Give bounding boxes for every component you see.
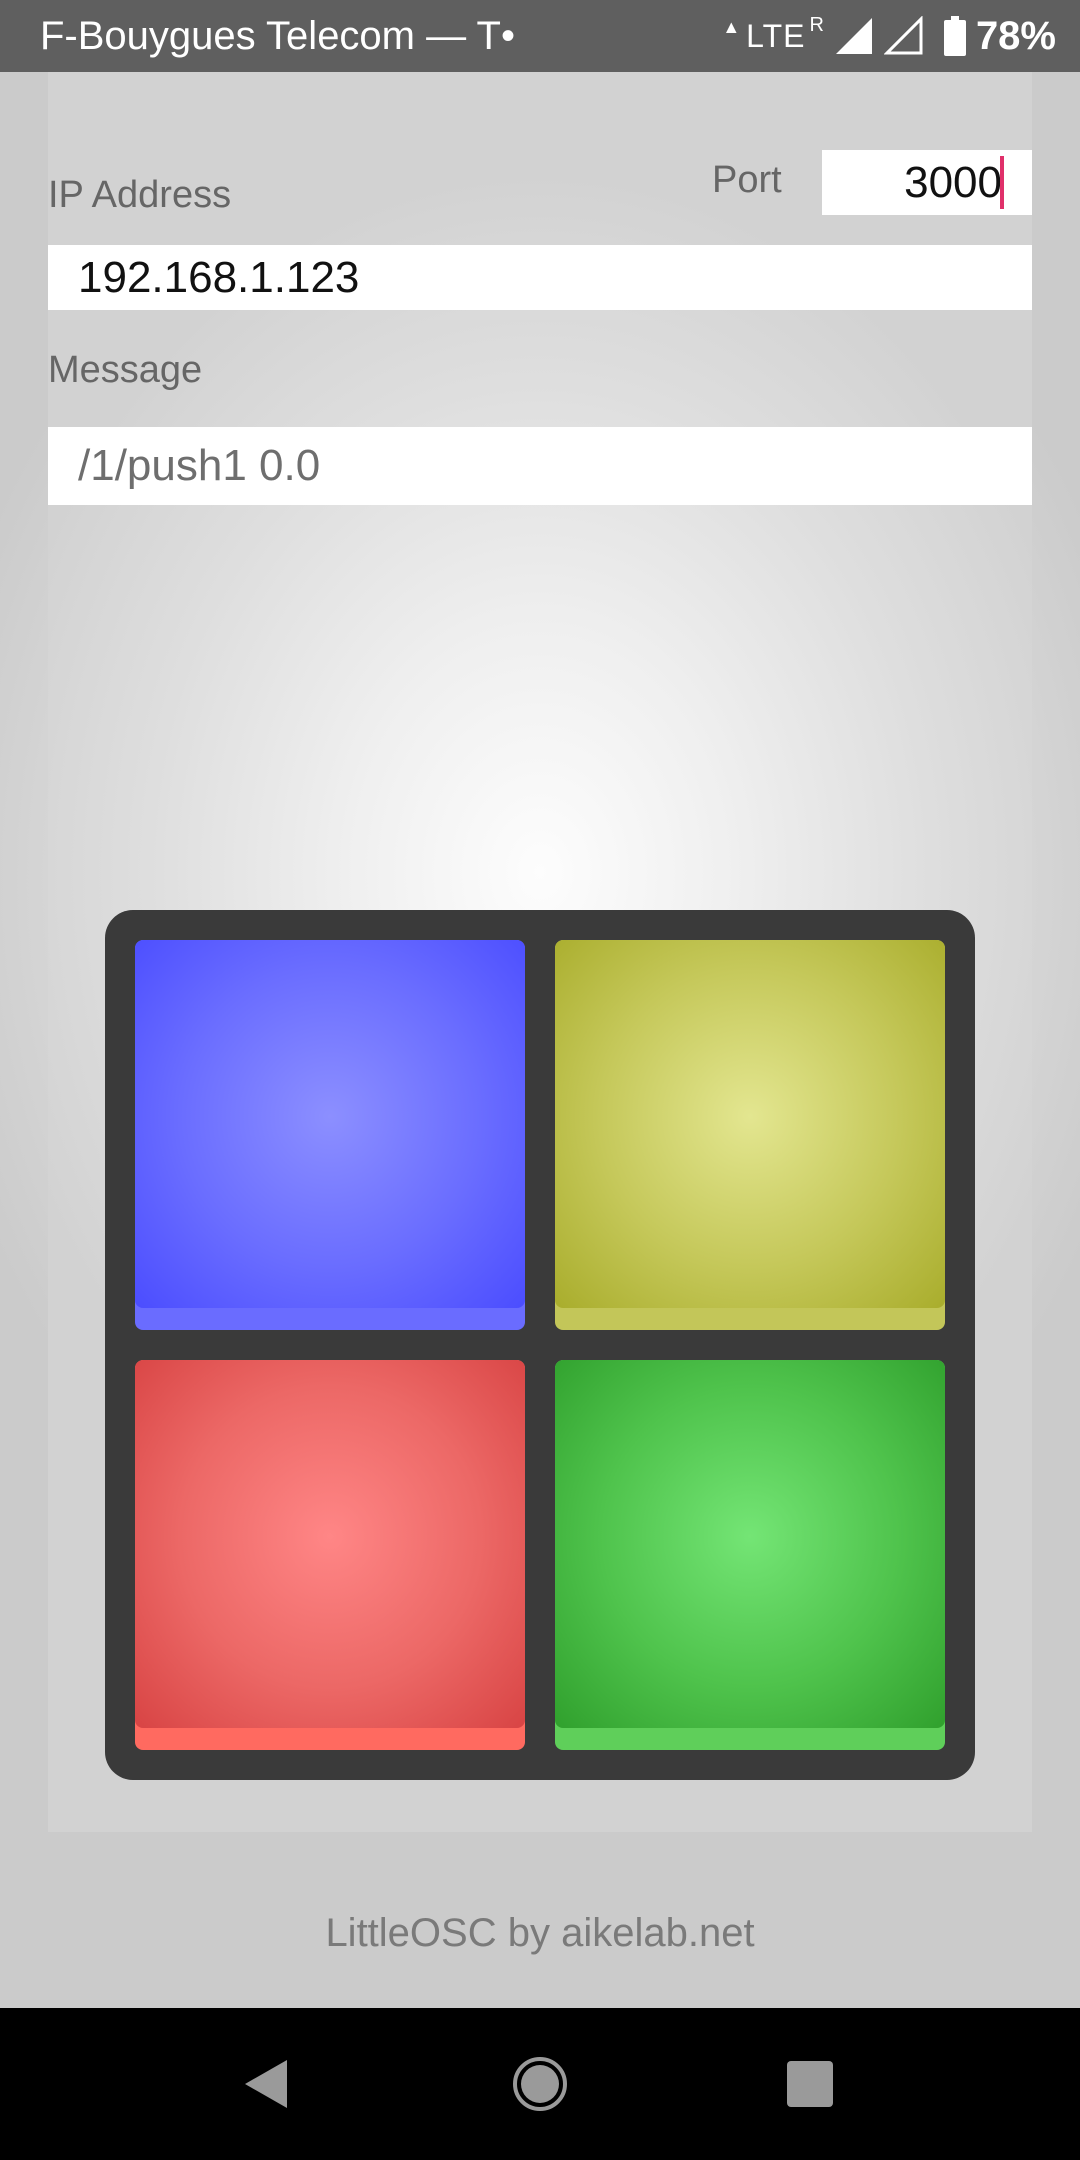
- back-button[interactable]: [206, 2008, 326, 2160]
- battery-percentage: 78%: [975, 13, 1056, 58]
- pad-face: [135, 940, 525, 1308]
- pad-push1-blue[interactable]: [135, 940, 525, 1330]
- status-bar: F-Bouygues Telecom — T• ▲ LTE R 78%: [0, 0, 1080, 72]
- pad-face: [555, 1360, 945, 1728]
- data-activity-icon: ▲: [722, 16, 741, 37]
- ip-address-value: 192.168.1.123: [78, 253, 360, 302]
- text-cursor: [1000, 156, 1004, 209]
- status-indicators: ▲ LTE R 78%: [722, 10, 1056, 62]
- home-button[interactable]: [480, 2008, 600, 2160]
- signal-empty-icon: [883, 16, 923, 55]
- footer-credit: LittleOSC by aikelab.net: [325, 1911, 755, 1955]
- message-display: /1/push1 0.0: [48, 427, 1032, 505]
- ip-address-label: IP Address: [48, 174, 232, 216]
- recents-icon: [787, 2061, 833, 2107]
- port-label: Port: [712, 159, 782, 201]
- signal-full-icon: [835, 18, 872, 54]
- navigation-bar: [0, 2008, 1080, 2160]
- network-type: LTE: [746, 17, 806, 54]
- home-icon: [513, 2057, 567, 2111]
- battery-icon: [943, 16, 966, 56]
- message-label: Message: [48, 349, 203, 391]
- pad-face: [135, 1360, 525, 1728]
- recents-button[interactable]: [750, 2008, 870, 2160]
- roaming-indicator: R: [809, 13, 824, 36]
- message-value: /1/push1 0.0: [78, 441, 321, 490]
- app-screen: F-Bouygues Telecom — T• ▲ LTE R 78% IP A…: [0, 0, 1080, 2160]
- port-input[interactable]: 3000: [822, 150, 1032, 215]
- carrier-name: F-Bouygues Telecom — T•: [40, 14, 515, 58]
- pad-push3-red[interactable]: [135, 1360, 525, 1750]
- back-icon: [245, 2060, 287, 2108]
- pad-face: [555, 940, 945, 1308]
- ip-address-input[interactable]: 192.168.1.123: [48, 245, 1032, 310]
- pad-grid: [105, 910, 975, 1780]
- port-value: 3000: [904, 158, 1002, 207]
- pad-push2-yellow[interactable]: [555, 940, 945, 1330]
- pad-push4-green[interactable]: [555, 1360, 945, 1750]
